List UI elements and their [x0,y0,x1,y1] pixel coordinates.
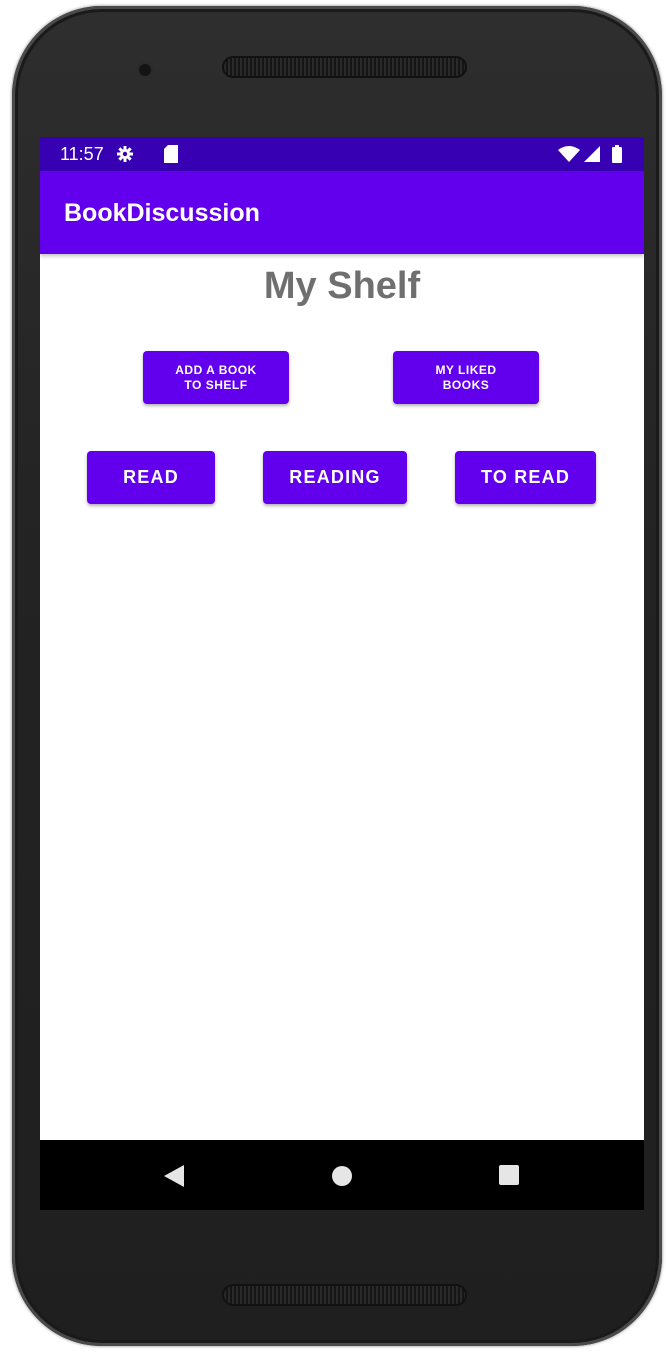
phone-screen: 11:57 BookDiscussion My Shelf ADD A BOOK… [40,137,644,1210]
app-title: BookDiscussion [64,199,260,227]
add-book-to-shelf-label: ADD A BOOK TO SHELF [175,362,257,392]
status-bar: 11:57 [40,137,644,171]
front-camera [139,64,151,76]
battery-icon [612,145,622,168]
add-book-to-shelf-button[interactable]: ADD A BOOK TO SHELF [143,351,289,404]
navigation-bar [40,1140,644,1210]
bottom-speaker [222,1284,467,1306]
recents-icon[interactable] [499,1165,519,1190]
status-time: 11:57 [60,144,104,164]
read-label: READ [123,467,179,487]
reading-button[interactable]: READING [263,451,407,504]
signal-icon [584,145,602,168]
sd-card-icon [164,145,178,168]
read-button[interactable]: READ [87,451,215,504]
page-title: My Shelf [263,265,421,307]
to-read-button[interactable]: TO READ [455,451,596,504]
my-liked-books-label: MY LIKED BOOKS [435,362,497,392]
main-content: My Shelf ADD A BOOK TO SHELF MY LIKED BO… [40,254,644,1140]
top-speaker [222,56,467,78]
back-icon[interactable] [164,1165,184,1192]
app-bar: BookDiscussion [40,171,644,254]
my-liked-books-button[interactable]: MY LIKED BOOKS [393,351,539,404]
to-read-label: TO READ [480,467,571,487]
reading-label: READING [289,467,381,487]
settings-gear-icon [116,145,134,168]
home-icon[interactable] [331,1165,353,1192]
wifi-icon [558,145,580,168]
